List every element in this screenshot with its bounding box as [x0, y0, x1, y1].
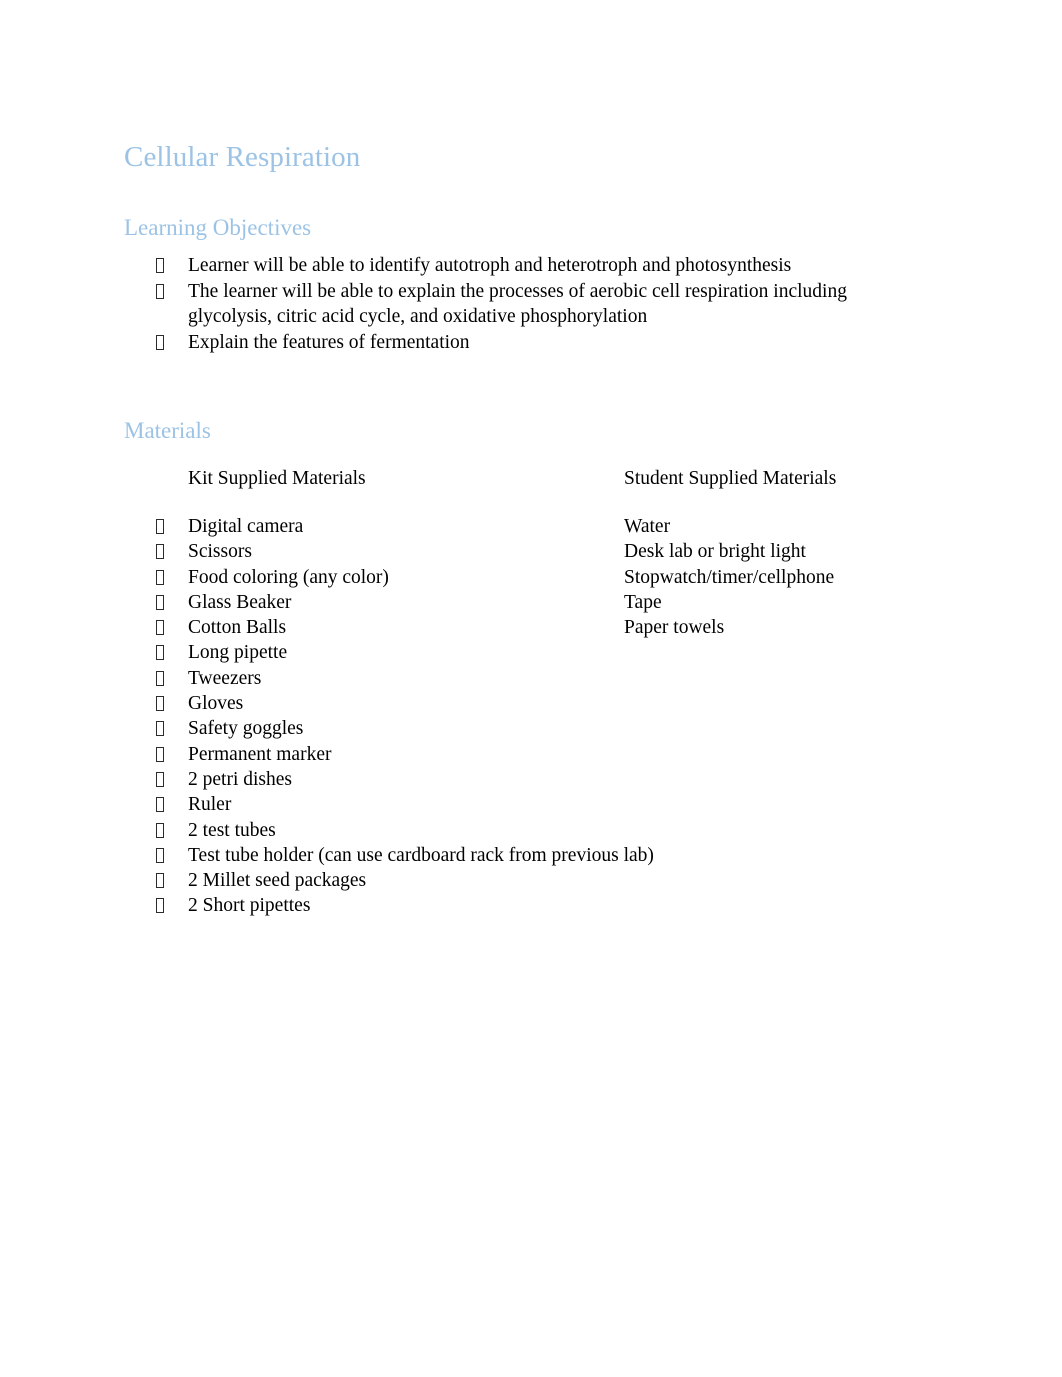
- bullet-box-icon: [156, 594, 164, 610]
- list-item-label: The learner will be able to explain the …: [188, 280, 847, 328]
- column-header-kit-supplied: Kit Supplied Materials: [188, 468, 366, 489]
- list-item: 2 petri dishes: [124, 767, 924, 792]
- list-item: Gloves: [124, 691, 924, 716]
- bullet-box-icon: [156, 746, 164, 762]
- list-item: Permanent marker: [124, 742, 924, 767]
- materials-column-headers: Kit Supplied Materials Student Supplied …: [124, 466, 924, 492]
- list-item-label: Scissors: [188, 541, 252, 563]
- list-item-label: Digital camera: [188, 516, 304, 537]
- list-item-label: Cotton Balls: [188, 617, 287, 639]
- bullet-box-icon: [156, 696, 164, 712]
- section-heading-learning-objectives: Learning Objectives: [124, 215, 312, 240]
- list-item-label: Safety goggles: [188, 718, 304, 740]
- list-item: The learner will be able to explain the …: [124, 279, 924, 330]
- list-item: Glass Beaker: [124, 590, 924, 615]
- list-item: Digital camera: [124, 514, 924, 539]
- list-item-label: Ruler: [188, 794, 232, 816]
- bullet-box-icon: [156, 283, 164, 299]
- document-body: Cellular Respiration Learning Objectives…: [124, 140, 924, 919]
- materials-columns: Digital camera Scissors Food coloring (a…: [124, 514, 924, 919]
- list-item: Learner will be able to identify autotro…: [124, 253, 924, 279]
- list-item: Safety goggles: [124, 716, 924, 741]
- list-item: Tweezers: [124, 666, 924, 691]
- list-item: Explain the features of fermentation: [124, 330, 924, 356]
- list-item-label: Permanent marker: [188, 743, 332, 765]
- bullet-box-icon: [156, 645, 164, 661]
- list-item-label: 2 test tubes: [188, 819, 276, 841]
- bullet-box-icon: [156, 544, 164, 560]
- list-item-label: 2 Short pipettes: [188, 895, 311, 917]
- bullet-box-icon: [156, 258, 164, 273]
- document-page: Cellular Respiration Learning Objectives…: [0, 0, 1062, 1377]
- bullet-box-icon: [156, 670, 164, 686]
- list-item: 2 Millet seed packages: [124, 868, 924, 893]
- list-item-label: Explain the features of fermentation: [188, 331, 470, 353]
- list-item-label: Tweezers: [188, 667, 262, 689]
- kit-supplied-materials-list: Digital camera Scissors Food coloring (a…: [124, 514, 924, 919]
- list-item-label: Learner will be able to identify autotro…: [188, 255, 792, 276]
- column-header-student-supplied: Student Supplied Materials: [624, 468, 837, 489]
- bullet-box-icon: [156, 620, 164, 636]
- list-item-label: Long pipette: [188, 642, 288, 664]
- list-item-label: Food coloring (any color): [188, 566, 389, 588]
- materials-section: Kit Supplied Materials Student Supplied …: [124, 466, 924, 919]
- bullet-box-icon: [156, 898, 164, 914]
- list-item-label: Gloves: [188, 693, 244, 715]
- list-item: Scissors: [124, 539, 924, 564]
- bullet-box-icon: [156, 822, 164, 838]
- list-item: 2 test tubes: [124, 818, 924, 843]
- bullet-box-icon: [156, 847, 164, 863]
- bullet-box-icon: [156, 721, 164, 737]
- bullet-box-icon: [156, 334, 164, 350]
- list-item-label: 2 petri dishes: [188, 768, 292, 790]
- list-item: Ruler: [124, 792, 924, 817]
- bullet-box-icon: [156, 519, 164, 534]
- page-title: Cellular Respiration: [124, 141, 361, 173]
- section-heading-materials: Materials: [124, 418, 211, 443]
- bullet-box-icon: [156, 569, 164, 585]
- bullet-box-icon: [156, 771, 164, 787]
- list-item-label: 2 Millet seed packages: [188, 870, 367, 892]
- list-item: Long pipette: [124, 640, 924, 665]
- list-item-label: Glass Beaker: [188, 591, 292, 613]
- list-item: Food coloring (any color): [124, 565, 924, 590]
- learning-objectives-list: Learner will be able to identify autotro…: [124, 253, 924, 355]
- bullet-box-icon: [156, 797, 164, 813]
- bullet-box-icon: [156, 873, 164, 889]
- list-item: 2 Short pipettes: [124, 893, 924, 918]
- list-item: Cotton Balls: [124, 615, 924, 640]
- list-item-label: Test tube holder (can use cardboard rack…: [188, 844, 654, 866]
- list-item: Test tube holder (can use cardboard rack…: [124, 843, 924, 868]
